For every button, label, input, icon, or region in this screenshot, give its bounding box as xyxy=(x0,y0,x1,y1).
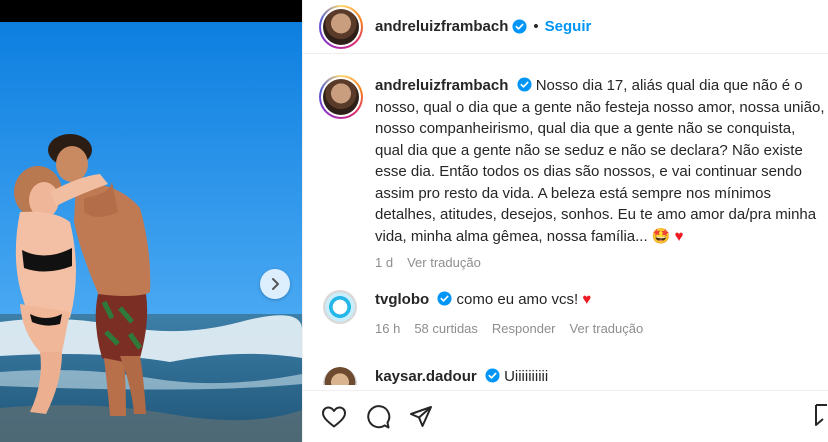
comment-translate-link[interactable]: Ver tradução xyxy=(570,319,644,339)
comment-username[interactable]: tvglobo xyxy=(375,291,429,308)
author-username[interactable]: andreluizframbach xyxy=(375,18,508,35)
comment-text: como eu amo vcs! xyxy=(456,291,579,308)
photo-top-bar xyxy=(0,0,302,22)
reply-button[interactable]: Responder xyxy=(492,319,556,339)
post-photo[interactable] xyxy=(0,0,302,442)
follow-button[interactable]: Seguir xyxy=(545,18,592,35)
share-button[interactable] xyxy=(409,405,433,429)
post-header: andreluizframbach • Seguir xyxy=(303,0,828,54)
separator-dot: • xyxy=(533,18,539,35)
caption-time: 1 d xyxy=(375,255,394,270)
caption-text: Nosso dia 17, aliás qual dia que não é o… xyxy=(375,77,825,245)
author-avatar[interactable] xyxy=(319,4,363,49)
chevron-right-icon xyxy=(272,278,279,290)
verified-badge-icon xyxy=(517,77,532,92)
tvglobo-avatar[interactable] xyxy=(323,290,357,324)
caption-avatar[interactable] xyxy=(319,75,363,119)
comment-text: Uiiiiiiiiii xyxy=(504,368,549,385)
comment-username[interactable]: kaysar.dadour xyxy=(375,368,477,385)
verified-badge-icon xyxy=(437,291,452,306)
comment-time: 16 h xyxy=(375,321,401,336)
verified-badge-icon xyxy=(485,368,500,383)
post-panel: andreluizframbach • Seguir andreluizfram… xyxy=(302,0,828,442)
action-bar xyxy=(303,390,828,442)
kaysar-avatar[interactable] xyxy=(323,367,357,385)
heart-emoji: ♥ xyxy=(582,291,592,308)
verified-badge-icon xyxy=(512,19,527,34)
comment-icon xyxy=(367,404,391,428)
save-button[interactable] xyxy=(815,403,827,432)
post-caption: andreluizframbach Nosso dia 17, aliás qu… xyxy=(319,75,825,274)
share-icon xyxy=(410,405,432,427)
comment-button[interactable] xyxy=(365,404,391,430)
heart-icon xyxy=(322,406,346,427)
comment-item: tvglobo como eu amo vcs! ♥ 16 h 58 curti… xyxy=(319,290,643,339)
next-photo-button[interactable] xyxy=(260,269,290,299)
comment-likes[interactable]: 58 curtidas xyxy=(414,319,478,339)
photo-scene xyxy=(0,22,302,442)
bookmark-icon xyxy=(815,404,827,426)
caption-translate-link[interactable]: Ver tradução xyxy=(407,252,481,274)
heart-emoji: ♥ xyxy=(674,227,684,245)
caption-username[interactable]: andreluizframbach xyxy=(375,77,508,94)
comments-section[interactable]: andreluizframbach Nosso dia 17, aliás qu… xyxy=(303,55,828,385)
like-button[interactable] xyxy=(321,405,347,429)
comment-item: kaysar.dadour Uiiiiiiiiii xyxy=(319,367,548,385)
